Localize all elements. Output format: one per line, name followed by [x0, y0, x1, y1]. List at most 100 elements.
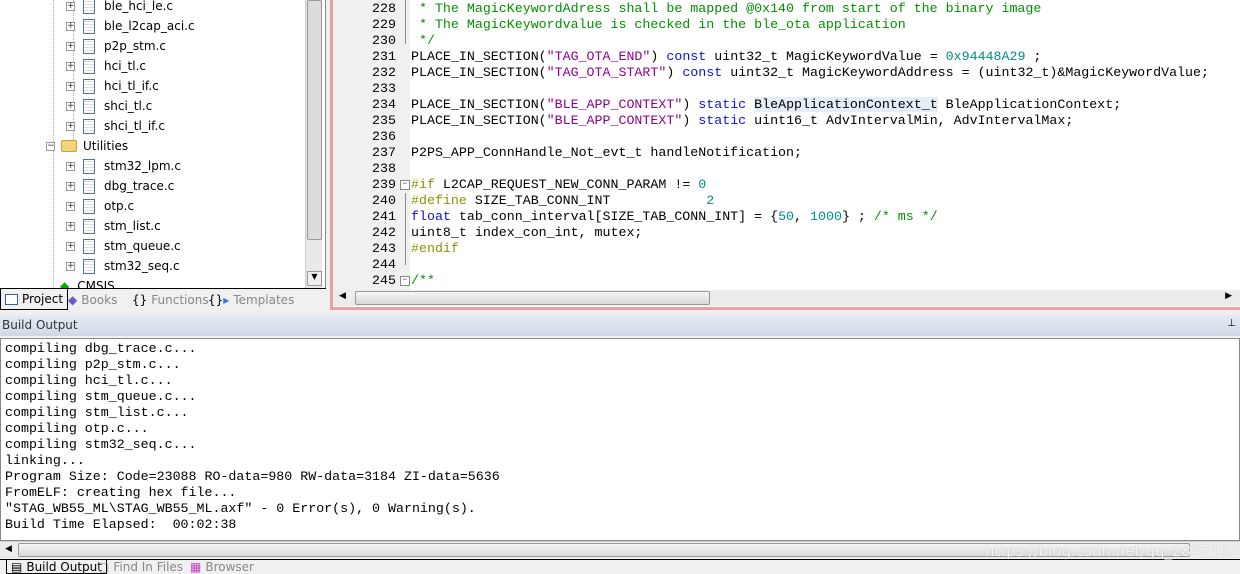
tree-scrollbar[interactable]: ▼: [305, 0, 322, 288]
output-line: compiling stm_queue.c...: [5, 389, 197, 404]
tree-item-label: ble_hci_le.c: [104, 0, 173, 13]
code-token: const: [666, 49, 707, 64]
code-token: "BLE_APP_CONTEXT": [546, 113, 683, 128]
code-token: /**: [411, 273, 435, 288]
tree-item[interactable]: − Utilities: [46, 136, 128, 156]
code-token: uint16_t AdvIntervalMin, AdvIntervalMax;: [746, 113, 1074, 128]
output-line: compiling p2p_stm.c...: [5, 357, 181, 372]
tree-item[interactable]: + stm_queue.c: [66, 236, 181, 256]
tree-item[interactable]: + dbg_trace.c: [66, 176, 174, 196]
code-token: SIZE_TAB_CONN_INT: [466, 193, 707, 208]
tree-item[interactable]: + otp.c: [66, 196, 134, 216]
tab-functions[interactable]: {} Functions: [132, 289, 209, 310]
pin-icon[interactable]: ⊥: [1227, 318, 1236, 329]
code-text: uint8_t index_con_int, mutex;: [411, 225, 642, 241]
tree-item[interactable]: + p2p_stm.c: [66, 36, 166, 56]
line-number: 237: [372, 145, 396, 160]
expand-icon[interactable]: +: [66, 61, 75, 71]
line-number: 229: [372, 17, 396, 32]
code-line: 241 float tab_conn_interval[SIZE_TAB_CONN…: [333, 209, 1233, 225]
scroll-thumb[interactable]: [307, 0, 322, 240]
panel-title: Build Output: [2, 318, 78, 332]
scroll-down-icon[interactable]: ▼: [307, 271, 322, 286]
build-output-text[interactable]: compiling dbg_trace.c... compiling p2p_st…: [0, 338, 1240, 541]
tab-label: Books: [81, 292, 118, 307]
tree-item[interactable]: + ble_hci_le.c: [66, 0, 173, 16]
line-number: 240: [372, 193, 396, 208]
code-token: "TAG_OTA_START": [546, 65, 667, 80]
bottom-tabs: ▤ Build Output ▢ Find In Files ▦ Browser: [0, 559, 1240, 574]
tree-item[interactable]: + stm32_lpm.c: [66, 156, 181, 176]
fold-icon[interactable]: −: [400, 180, 410, 190]
code-token: 0x94448A29: [945, 49, 1026, 64]
code-token: "BLE_APP_CONTEXT": [546, 97, 683, 112]
tree-item[interactable]: + hci_tl_if.c: [66, 76, 159, 96]
expand-icon[interactable]: +: [66, 121, 75, 131]
tab-project[interactable]: Project: [0, 289, 69, 310]
file-icon: [83, 58, 95, 74]
expand-icon[interactable]: +: [66, 161, 75, 171]
scroll-left-icon[interactable]: ◀: [339, 291, 346, 301]
scroll-thumb[interactable]: [355, 291, 710, 305]
scroll-left-icon[interactable]: ◀: [5, 544, 12, 554]
tab-label: Project: [22, 292, 64, 306]
code-token: ;: [1025, 49, 1042, 64]
code-token: 2: [706, 193, 715, 208]
expand-icon[interactable]: +: [66, 261, 75, 271]
code-token: #if: [411, 177, 435, 192]
code-text: PLACE_IN_SECTION("BLE_APP_CONTEXT") stat…: [411, 97, 1121, 113]
code-text: P2PS_APP_ConnHandle_Not_evt_t handleNoti…: [411, 145, 802, 161]
expand-icon[interactable]: +: [66, 181, 75, 191]
code-text: */: [411, 33, 435, 49]
books-icon: ◆: [68, 292, 78, 307]
tree-item[interactable]: + shci_tl.c: [66, 96, 152, 116]
code-token: uint8_t index_con_int, mutex;: [411, 225, 643, 240]
line-number: 241: [372, 209, 396, 224]
tab-books[interactable]: ◆ Books: [68, 289, 117, 310]
expand-icon[interactable]: +: [66, 41, 75, 51]
code-token: const: [682, 65, 723, 80]
file-icon: [83, 238, 95, 254]
code-token: PLACE_IN_SECTION(: [411, 97, 547, 112]
code-token: PLACE_IN_SECTION(: [411, 113, 547, 128]
fold-icon[interactable]: −: [400, 276, 410, 286]
code-token: uint32_t MagicKeywordValue =: [706, 49, 946, 64]
tree-item[interactable]: + hci_tl.c: [66, 56, 146, 76]
code-text: #if L2CAP_REQUEST_NEW_CONN_PARAM != 0: [411, 177, 706, 193]
tree-item-label: ble_l2cap_aci.c: [104, 19, 195, 33]
expand-icon[interactable]: +: [66, 221, 75, 231]
expand-icon[interactable]: +: [66, 201, 75, 211]
line-number: 235: [372, 113, 396, 128]
tree-item-label: dbg_trace.c: [104, 179, 175, 193]
build-output-header: Build Output ⊥: [0, 315, 1240, 336]
expand-icon[interactable]: +: [66, 21, 75, 31]
expand-icon[interactable]: +: [66, 241, 75, 251]
tree-item[interactable]: + shci_tl_if.c: [66, 116, 165, 136]
file-icon: [83, 0, 95, 14]
output-line: Program Size: Code=23088 RO-data=980 RW-…: [5, 469, 500, 484]
editor-hscrollbar[interactable]: ◀ ▶: [333, 290, 1240, 306]
code-token: tab_conn_interval[SIZE_TAB_CONN_INT] = {: [450, 209, 779, 224]
scroll-right-icon[interactable]: ▶: [1225, 291, 1232, 301]
expand-icon[interactable]: +: [66, 1, 75, 11]
tree-item[interactable]: + ble_l2cap_aci.c: [66, 16, 195, 36]
file-icon: [83, 218, 95, 234]
braces-icon: {}: [132, 292, 148, 307]
collapse-icon[interactable]: −: [46, 141, 55, 151]
output-line: compiling otp.c...: [5, 421, 149, 436]
expand-icon[interactable]: +: [66, 101, 75, 111]
line-number: 245: [372, 273, 396, 288]
code-line: 242 uint8_t index_con_int, mutex;: [333, 225, 1233, 241]
code-token: PLACE_IN_SECTION(: [411, 65, 547, 80]
code-text: PLACE_IN_SECTION("TAG_OTA_END") const ui…: [411, 49, 1041, 65]
tree-item[interactable]: + stm_list.c: [66, 216, 161, 236]
tree-item-label: hci_tl_if.c: [104, 79, 159, 93]
output-line: compiling dbg_trace.c...: [5, 341, 197, 356]
expand-icon[interactable]: +: [66, 81, 75, 91]
output-line: compiling stm_list.c...: [5, 405, 189, 420]
code-token: static: [698, 113, 747, 128]
tab-templates[interactable]: {}▸ Templates: [208, 289, 294, 310]
code-editor[interactable]: 228 * The MagicKeywordAdress shall be ma…: [330, 0, 1240, 310]
code-line: 243 #endif: [333, 241, 1233, 257]
tree-item[interactable]: + stm32_seq.c: [66, 256, 180, 276]
